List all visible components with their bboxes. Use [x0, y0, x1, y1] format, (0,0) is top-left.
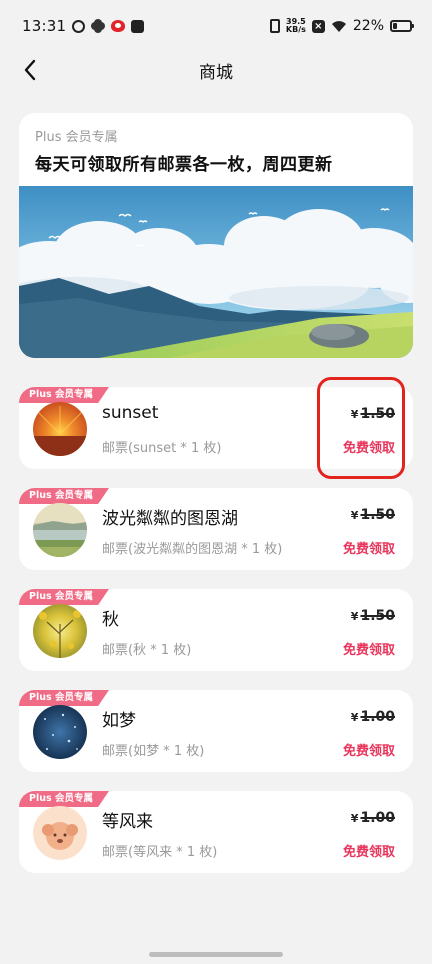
battery-percent: 22% — [352, 18, 384, 34]
free-claim-button[interactable]: 免费领取 — [343, 841, 395, 860]
price-value: 1.50 — [360, 507, 395, 523]
list-item[interactable]: Plus 会员专属 如梦 邮票(如梦 * 1 枚) ¥ 1.00 免费领取 — [19, 690, 413, 772]
price-value: 1.00 — [360, 709, 395, 725]
item-name: 秋 — [102, 610, 119, 630]
plus-member-badge: Plus 会员专属 — [19, 488, 109, 504]
item-name: sunset — [102, 403, 159, 423]
puppy-image — [33, 806, 87, 860]
notification-box-icon — [131, 19, 145, 33]
item-desc: 邮票(等风来 * 1 枚) — [102, 845, 218, 860]
item-desc: 邮票(波光粼粼的图恩湖 * 1 枚) — [102, 542, 283, 557]
battery-icon — [390, 20, 414, 32]
sunset-image — [33, 402, 87, 456]
item-name: 如梦 — [102, 711, 136, 731]
banner-tag: Plus 会员专属 — [35, 130, 118, 145]
free-claim-button[interactable]: 免费领取 — [343, 538, 395, 557]
stamp-thumbnail — [33, 806, 87, 860]
plus-member-badge: Plus 会员专属 — [19, 791, 109, 807]
original-price: ¥ 1.50 — [351, 406, 395, 422]
page-title: 商城 — [199, 62, 233, 83]
free-claim-button[interactable]: 免费领取 — [343, 740, 395, 759]
item-name: 波光粼粼的图恩湖 — [102, 509, 238, 529]
banner-title: 每天可领取所有邮票各一枚，周四更新 — [35, 155, 333, 175]
original-price: ¥ 1.50 — [351, 507, 395, 523]
currency-symbol: ¥ — [350, 610, 359, 623]
status-right: 39.5 KB/s × 22% — [269, 18, 414, 34]
item-desc: 邮票(sunset * 1 枚) — [102, 441, 222, 456]
list-item[interactable]: Plus 会员专属 波光粼粼的图恩湖 邮票(波光粼粼的图恩湖 * 1 枚) ¥ … — [19, 488, 413, 570]
banner-landscape-image — [19, 186, 413, 358]
sim-x-icon: × — [311, 19, 325, 33]
status-time: 13:31 — [22, 17, 67, 35]
header: 商城 — [0, 48, 432, 92]
item-desc: 邮票(如梦 * 1 枚) — [102, 744, 205, 759]
plus-member-badge: Plus 会员专属 — [19, 387, 109, 403]
currency-symbol: ¥ — [350, 812, 359, 825]
status-bar: 13:31 39.5 KB/s × 22% — [0, 0, 432, 52]
plus-member-badge: Plus 会员专属 — [19, 589, 109, 605]
free-claim-button[interactable]: 免费领取 — [343, 639, 395, 658]
currency-symbol: ¥ — [350, 408, 359, 421]
pinwheel-icon — [91, 19, 105, 33]
back-button[interactable] — [14, 54, 46, 86]
link-icon — [72, 19, 86, 33]
plus-member-badge: Plus 会员专属 — [19, 690, 109, 706]
vibrate-icon — [269, 19, 280, 33]
net-speed: 39.5 KB/s — [286, 18, 306, 34]
price-value: 1.50 — [360, 406, 395, 422]
stamp-thumbnail — [33, 705, 87, 759]
original-price: ¥ 1.00 — [351, 810, 395, 826]
original-price: ¥ 1.50 — [351, 608, 395, 624]
price-value: 1.50 — [360, 608, 395, 624]
free-claim-button[interactable]: 免费领取 — [343, 437, 395, 456]
list-item[interactable]: Plus 会员专属 sunset 邮票(sunset * 1 枚) ¥ 1.50… — [19, 387, 413, 469]
list-item[interactable]: Plus 会员专属 秋 邮票(秋 * 1 枚) ¥ 1.50 免费领取 — [19, 589, 413, 671]
stamp-thumbnail — [33, 604, 87, 658]
original-price: ¥ 1.00 — [351, 709, 395, 725]
dream-image — [33, 705, 87, 759]
autumn-image — [33, 604, 87, 658]
stamp-thumbnail — [33, 402, 87, 456]
price-value: 1.00 — [360, 810, 395, 826]
list-item[interactable]: Plus 会员专属 等风来 邮票(等风来 * 1 枚) ¥ 1.00 免费领取 — [19, 791, 413, 873]
net-speed-unit: KB/s — [285, 25, 306, 34]
home-indicator[interactable] — [149, 952, 283, 957]
status-left: 13:31 — [22, 17, 145, 35]
stamp-thumbnail — [33, 503, 87, 557]
lake-image — [33, 503, 87, 557]
chevron-left-icon — [24, 59, 36, 81]
item-name: 等风来 — [102, 812, 153, 832]
item-desc: 邮票(秋 * 1 枚) — [102, 643, 192, 658]
wifi-icon — [331, 21, 346, 32]
weibo-icon — [111, 20, 126, 32]
currency-symbol: ¥ — [350, 711, 359, 724]
plus-banner: Plus 会员专属 每天可领取所有邮票各一枚，周四更新 — [19, 113, 413, 358]
currency-symbol: ¥ — [350, 509, 359, 522]
